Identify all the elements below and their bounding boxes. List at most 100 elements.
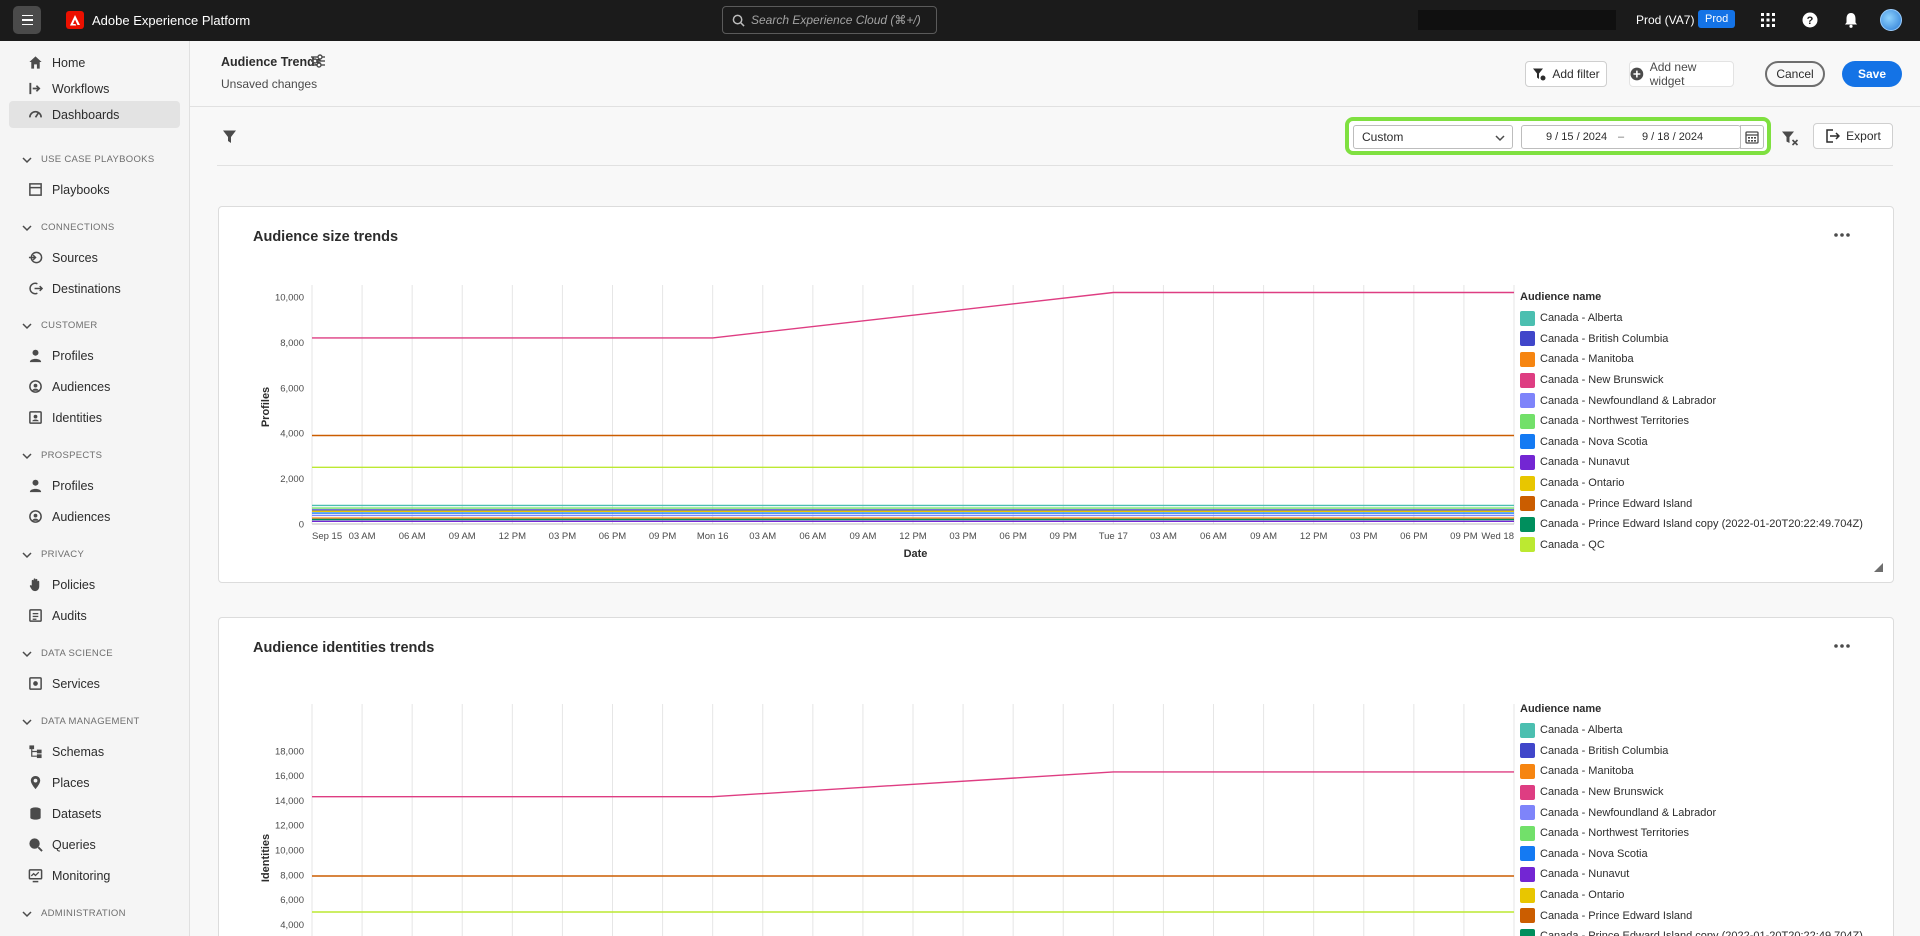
x-tick-label: 03 PM xyxy=(1350,531,1378,542)
more-options-icon[interactable] xyxy=(1831,642,1853,650)
date-range-field[interactable]: 9 / 15 / 2024 – 9 / 18 / 2024 xyxy=(1521,125,1741,149)
apps-grid-icon[interactable] xyxy=(1759,11,1777,29)
destinations-icon xyxy=(29,282,43,295)
y-tick-label: 4,000 xyxy=(280,920,304,931)
legend-item[interactable]: Canada - Alberta xyxy=(1520,308,1863,329)
sidebar-item-policies[interactable]: Policies xyxy=(9,571,180,598)
sidebar-item-workflows[interactable]: Workflows xyxy=(9,75,180,102)
sidebar-item-places[interactable]: Places xyxy=(9,769,180,796)
legend-item[interactable]: Canada - British Columbia xyxy=(1520,741,1863,762)
sidebar-section-customer[interactable]: CUSTOMER xyxy=(22,320,98,331)
sidebar-item-destinations[interactable]: Destinations xyxy=(9,275,180,302)
sidebar-section-data-science[interactable]: DATA SCIENCE xyxy=(22,648,113,659)
filter-icon[interactable] xyxy=(222,129,237,144)
bell-icon[interactable] xyxy=(1842,11,1860,29)
sidebar-section-privacy[interactable]: PRIVACY xyxy=(22,549,84,560)
pin-icon xyxy=(30,775,41,790)
calendar-button[interactable] xyxy=(1740,125,1764,149)
sidebar-section-prospects[interactable]: PROSPECTS xyxy=(22,450,102,461)
sandbox-badge[interactable]: Prod xyxy=(1698,10,1736,28)
sidebar-section-administration[interactable]: ADMINISTRATION xyxy=(22,908,126,919)
legend-label: Canada - Northwest Territories xyxy=(1540,827,1689,840)
sidebar-item-audits[interactable]: Audits xyxy=(9,602,180,629)
export-button[interactable]: Export xyxy=(1813,123,1893,149)
sidebar-item-label: Home xyxy=(52,55,86,70)
sidebar-item-label: Places xyxy=(52,775,90,790)
sidebar-item-queries[interactable]: Queries xyxy=(9,831,180,858)
sidebar-item-datasets[interactable]: Datasets xyxy=(9,800,180,827)
more-options-icon[interactable] xyxy=(1831,231,1853,239)
legend-item[interactable]: Canada - Nunavut xyxy=(1520,452,1863,473)
date-range-select[interactable]: Custom xyxy=(1353,125,1513,149)
clear-filter-icon[interactable] xyxy=(1781,130,1799,147)
dashboard-icon xyxy=(29,110,42,118)
avatar[interactable] xyxy=(1880,9,1902,31)
sidebar-item-monitoring[interactable]: Monitoring xyxy=(9,862,180,889)
search-icon xyxy=(732,14,745,27)
legend-item[interactable]: Canada - Manitoba xyxy=(1520,349,1863,370)
help-icon[interactable]: ? xyxy=(1801,11,1819,29)
legend-item[interactable]: Canada - Nunavut xyxy=(1520,864,1863,885)
sidebar-item-identities[interactable]: Identities xyxy=(9,404,180,431)
legend-item[interactable]: Canada - Newfoundland & Labrador xyxy=(1520,802,1863,823)
legend-label: Canada - New Brunswick xyxy=(1540,374,1664,387)
legend-swatch xyxy=(1520,351,1535,367)
services-icon xyxy=(29,677,42,690)
legend-item[interactable]: Canada - New Brunswick xyxy=(1520,370,1863,391)
sidebar-item-label: Audiences xyxy=(52,509,111,524)
sidebar-section-data-management[interactable]: DATA MANAGEMENT xyxy=(22,716,140,727)
legend-item[interactable]: Canada - Prince Edward Island copy (2022… xyxy=(1520,514,1863,535)
sidebar-item-prospect-profiles[interactable]: Profiles xyxy=(9,472,180,499)
legend-item[interactable]: Canada - QC xyxy=(1520,535,1863,556)
search-input[interactable]: Search Experience Cloud (⌘+/) xyxy=(722,6,937,34)
settings-sliders-icon[interactable] xyxy=(310,53,326,69)
add-widget-button[interactable]: Add new widget xyxy=(1629,60,1734,88)
legend-item[interactable]: Canada - Prince Edward Island xyxy=(1520,905,1863,926)
sidebar-section-connections[interactable]: CONNECTIONS xyxy=(22,222,115,233)
org-switcher[interactable]: Prod (VA7) xyxy=(1636,13,1694,27)
sidebar-item-prospect-audiences[interactable]: Audiences xyxy=(9,503,180,530)
menu-toggle-button[interactable] xyxy=(13,6,41,34)
sidebar-item-dashboards[interactable]: Dashboards xyxy=(9,101,180,128)
start-date[interactable]: 9 / 15 / 2024 xyxy=(1546,131,1607,143)
cancel-button[interactable]: Cancel xyxy=(1765,61,1825,87)
sidebar-item-audiences[interactable]: Audiences xyxy=(9,373,180,400)
legend-item[interactable]: Canada - Newfoundland & Labrador xyxy=(1520,390,1863,411)
x-tick-label: 06 AM xyxy=(1200,531,1227,542)
add-filter-button[interactable]: Add filter xyxy=(1525,61,1607,87)
legend-item[interactable]: Canada - Alberta xyxy=(1520,720,1863,741)
legend-item[interactable]: Canada - Ontario xyxy=(1520,473,1863,494)
app-title[interactable]: Adobe Experience Platform xyxy=(92,13,250,28)
sidebar-item-services[interactable]: Services xyxy=(9,670,180,697)
legend-item[interactable]: Canada - Northwest Territories xyxy=(1520,823,1863,844)
save-button[interactable]: Save xyxy=(1842,61,1902,87)
filter-bar: Custom 9 / 15 / 2024 – 9 / 18 / 2024 Exp… xyxy=(190,107,1920,169)
legend-item[interactable]: Canada - Prince Edward Island xyxy=(1520,493,1863,514)
chevron-down-icon xyxy=(22,156,32,163)
legend-item[interactable]: Canada - Nova Scotia xyxy=(1520,844,1863,865)
legend-swatch xyxy=(1520,866,1535,882)
sidebar-item-home[interactable]: Home xyxy=(9,49,180,76)
resize-handle[interactable] xyxy=(1874,563,1883,572)
legend-item[interactable]: Canada - Ontario xyxy=(1520,885,1863,906)
legend-item[interactable]: Canada - British Columbia xyxy=(1520,329,1863,350)
add-widget-label: Add new widget xyxy=(1649,60,1697,88)
legend-swatch xyxy=(1520,784,1535,800)
legend-swatch xyxy=(1520,454,1535,470)
sidebar-item-sources[interactable]: Sources xyxy=(9,244,180,271)
legend-label: Canada - New Brunswick xyxy=(1540,786,1664,799)
sidebar-section-title: CUSTOMER xyxy=(41,320,98,331)
sidebar-item-playbooks[interactable]: Playbooks xyxy=(9,176,180,203)
legend-item[interactable]: Canada - Nova Scotia xyxy=(1520,432,1863,453)
sidebar-item-schemas[interactable]: Schemas xyxy=(9,738,180,765)
legend-item[interactable]: Canada - Prince Edward Island copy (2022… xyxy=(1520,926,1863,936)
sidebar-item-label: Services xyxy=(52,676,100,691)
legend-label: Canada - Manitoba xyxy=(1540,353,1634,366)
sidebar-item-profiles[interactable]: Profiles xyxy=(9,342,180,369)
sidebar-section-use-case-playbooks[interactable]: USE CASE PLAYBOOKS xyxy=(22,154,154,165)
legend-item[interactable]: Canada - New Brunswick xyxy=(1520,782,1863,803)
legend-item[interactable]: Canada - Northwest Territories xyxy=(1520,411,1863,432)
legend-item[interactable]: Canada - Manitoba xyxy=(1520,761,1863,782)
end-date[interactable]: 9 / 18 / 2024 xyxy=(1642,131,1703,143)
legend-title: Audience name xyxy=(1520,703,1602,715)
